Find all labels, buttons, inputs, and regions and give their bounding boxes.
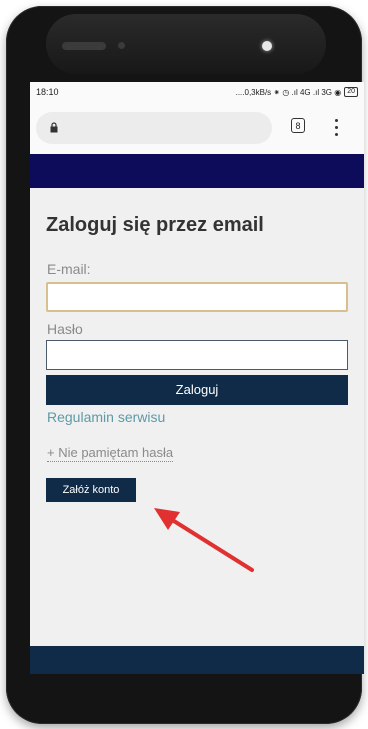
terms-link[interactable]: Regulamin serwisu — [47, 409, 165, 425]
url-field[interactable] — [36, 112, 272, 144]
tab-switcher-button[interactable]: 8 — [291, 118, 305, 133]
speaker-grille — [62, 42, 106, 50]
overflow-menu-icon[interactable] — [330, 116, 342, 138]
site-header-band — [30, 154, 364, 188]
page-title: Zaloguj się przez email — [46, 214, 264, 236]
password-label: Hasło — [47, 321, 83, 337]
register-button[interactable]: Załóż konto — [46, 478, 136, 502]
proximity-sensor — [118, 42, 125, 49]
status-indicators: ....0,3kB/s ⁕ ◷ .ıl 4G .ıl 3G ◉ 20 — [236, 87, 358, 97]
annotation-arrow-icon — [154, 508, 254, 572]
forgot-password-link[interactable]: + Nie pamiętam hasła — [47, 445, 174, 462]
phone-screen: 18:10 ....0,3kB/s ⁕ ◷ .ıl 4G .ıl 3G ◉ 20… — [30, 82, 364, 674]
email-label: E-mail: — [47, 261, 91, 277]
email-field[interactable] — [46, 282, 348, 312]
lock-icon — [50, 122, 58, 133]
front-camera — [262, 41, 272, 51]
password-field[interactable] — [46, 340, 348, 370]
phone-frame: 18:10 ....0,3kB/s ⁕ ◷ .ıl 4G .ıl 3G ◉ 20… — [6, 6, 364, 724]
login-button[interactable]: Zaloguj — [46, 375, 348, 405]
site-footer-band — [30, 646, 364, 674]
browser-toolbar: 8 — [30, 102, 364, 155]
network-indicators: ....0,3kB/s ⁕ ◷ .ıl 4G .ıl 3G ◉ — [235, 87, 342, 97]
status-bar: 18:10 ....0,3kB/s ⁕ ◷ .ıl 4G .ıl 3G ◉ 20 — [30, 82, 364, 102]
login-panel: Zaloguj się przez email E-mail: Hasło Za… — [30, 188, 364, 646]
status-time: 18:10 — [36, 87, 59, 97]
battery-icon: 20 — [344, 87, 358, 97]
